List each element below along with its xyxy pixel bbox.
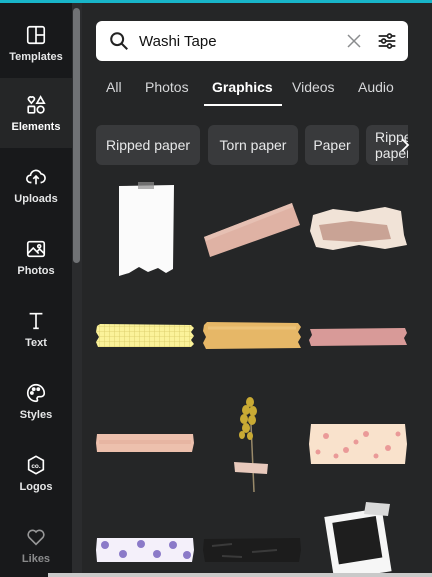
result-rose-tape[interactable] [308,326,408,348]
sidebar: Templates Elements Uploads Photos Text S… [0,3,72,577]
palette-icon [27,383,46,402]
chip-ripped-paper[interactable]: Ripped paper [96,125,200,165]
sidebar-item-photos[interactable]: Photos [0,222,72,292]
logo-icon: co. [27,454,45,475]
result-black-tape[interactable] [202,536,302,564]
elements-icon [27,94,46,114]
sidebar-item-label: Styles [19,408,53,421]
sidebar-item-label: Likes [21,552,51,565]
result-flower-tape[interactable] [228,394,272,496]
search-input[interactable] [139,30,339,52]
templates-icon [26,25,46,44]
chevron-right-icon[interactable] [396,136,414,154]
tab-audio[interactable]: Audio [358,79,394,95]
heart-icon [27,529,45,546]
bottom-edge [48,573,432,577]
filter-icon[interactable] [377,31,397,51]
sidebar-item-text[interactable]: Text [0,294,72,364]
result-yellow-grid-tape[interactable] [95,322,195,350]
result-peach-tape[interactable] [95,432,195,454]
sidebar-item-templates[interactable]: Templates [0,8,72,78]
sidebar-item-elements[interactable]: Elements [0,78,72,148]
sidebar-item-uploads[interactable]: Uploads [0,150,72,220]
result-pink-tape-strip[interactable] [200,197,304,263]
sidebar-item-label: Elements [11,120,61,133]
search-bar [96,21,408,61]
sidebar-item-label: Photos [17,264,55,277]
tab-all[interactable]: All [106,79,122,95]
upload-cloud-icon [26,169,46,184]
sidebar-item-likes[interactable]: Likes [0,510,72,577]
text-icon [29,312,43,329]
tab-graphics[interactable]: Graphics [212,79,273,95]
result-ripped-paper-note[interactable] [112,181,178,281]
panel-scrollbar-thumb[interactable] [73,8,80,263]
sidebar-item-label: Templates [9,50,63,63]
sidebar-item-styles[interactable]: Styles [0,366,72,436]
tab-photos[interactable]: Photos [145,79,189,95]
active-tab-indicator [204,104,282,106]
result-hearts-tape[interactable] [308,422,408,466]
clear-icon[interactable] [345,32,363,50]
sidebar-item-label: Logos [19,480,53,493]
result-polaroid-frame[interactable] [318,498,398,577]
sidebar-item-label: Uploads [14,192,58,205]
chip-torn-paper[interactable]: Torn paper [208,125,298,165]
sidebar-item-logos[interactable]: co. Logos [0,438,72,508]
result-torn-paper-tape[interactable] [307,205,411,253]
search-icon [110,32,128,50]
result-purple-dots-tape[interactable] [95,536,195,564]
result-gold-tape[interactable] [202,320,302,352]
chip-paper[interactable]: Paper [305,125,359,165]
tab-videos[interactable]: Videos [292,79,335,95]
photo-icon [26,240,46,257]
sidebar-item-label: Text [25,336,47,349]
svg-text:co.: co. [31,462,40,469]
